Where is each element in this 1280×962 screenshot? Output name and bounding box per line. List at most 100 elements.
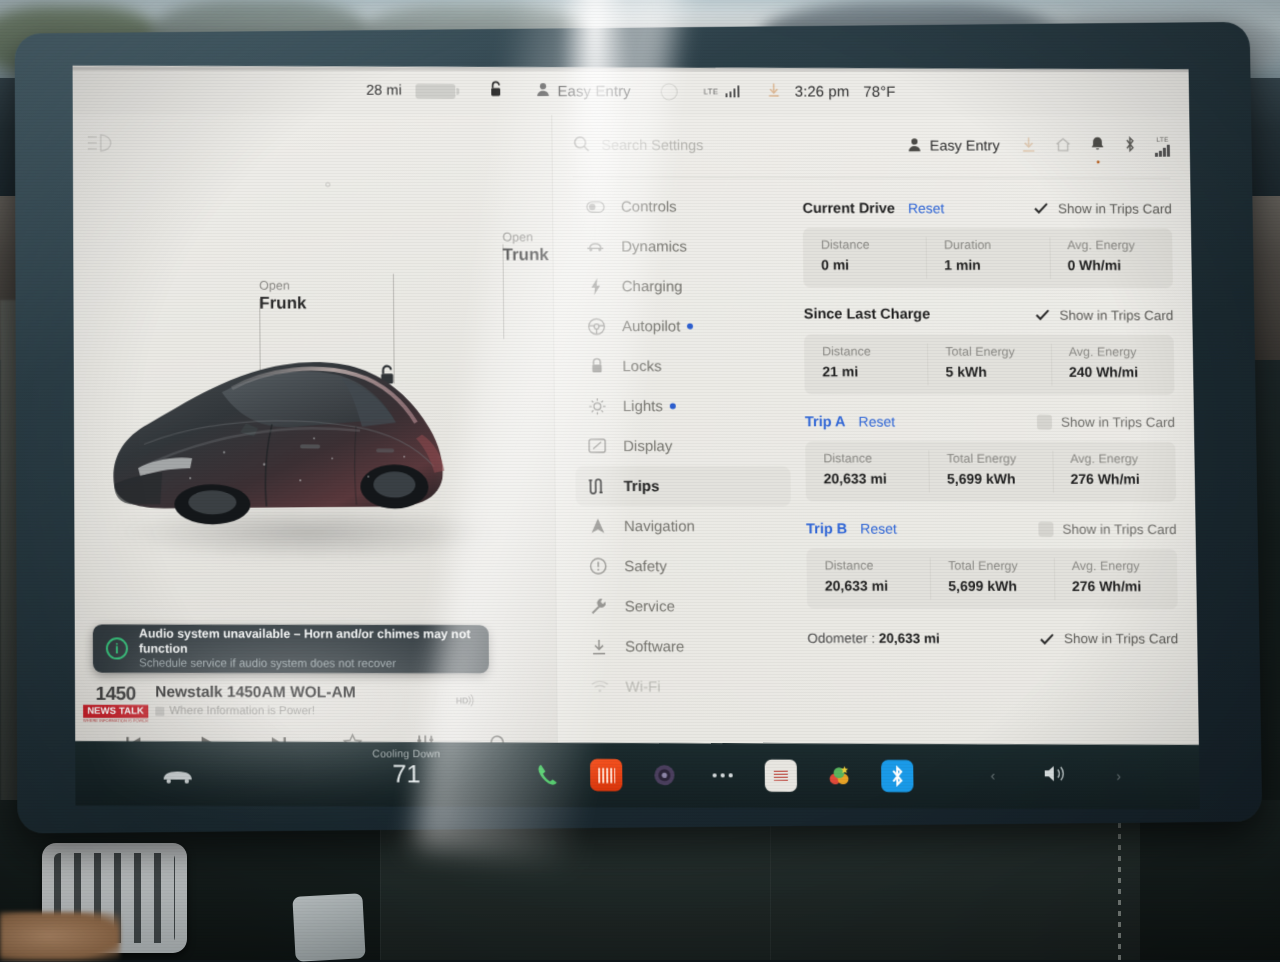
- sidebar-item-label: Software: [625, 638, 685, 655]
- show-in-trips-card-current-drive[interactable]: Show in Trips Card: [1034, 201, 1172, 216]
- trip-card-current-drive: Distance0 mi Duration1 min Avg. Energy0 …: [803, 228, 1173, 288]
- download-icon: [589, 638, 609, 655]
- download-icon: [768, 82, 781, 101]
- stat-key: Distance: [822, 343, 927, 359]
- app-launcher: [532, 753, 954, 799]
- settings-nav-list: Controls Dynamics Charging: [573, 187, 793, 707]
- frunk-hotspot[interactable]: Open Frunk: [259, 279, 306, 314]
- stat-value: 5,699 kWh: [947, 469, 1053, 489]
- trip-card-since-last-charge: Distance21 mi Total Energy5 kWh Avg. Ene…: [804, 334, 1175, 395]
- toybox-app-icon[interactable]: [823, 760, 855, 792]
- stat-cell: Distance0 mi: [803, 228, 927, 288]
- section-title[interactable]: Trip A: [805, 414, 846, 430]
- search-input[interactable]: [601, 138, 831, 154]
- volume-down-button[interactable]: ‹: [991, 767, 996, 783]
- media-player[interactable]: 1450 NEWS TALK WHERE INFORMATION IS POWE…: [75, 679, 557, 747]
- bluetooth-icon[interactable]: [1124, 136, 1136, 158]
- reset-trip-b-button[interactable]: Reset: [860, 520, 897, 536]
- sidebar-item-label: Safety: [624, 558, 667, 575]
- stat-value: 5 kWh: [946, 362, 1052, 382]
- lte-signal-icon: LTE: [703, 85, 740, 97]
- sidebar-item-label: Display: [623, 437, 672, 454]
- media-app-icon[interactable]: [590, 759, 622, 791]
- sidebar-item-service[interactable]: Service: [576, 586, 792, 627]
- tesla-model-y-render[interactable]: [104, 318, 505, 549]
- stat-value: 21 mi: [822, 361, 928, 381]
- settings-profile-chip[interactable]: Easy Entry: [908, 137, 1000, 156]
- wrench-icon: [589, 597, 609, 615]
- vehicle-visualization[interactable]: Open Frunk Open Trunk: [73, 114, 556, 584]
- checkbox-label: Show in Trips Card: [1058, 201, 1172, 216]
- sidebar-item-autopilot[interactable]: Autopilot: [574, 306, 789, 346]
- station-logo-sub: WHERE INFORMATION IS POWER: [83, 717, 148, 722]
- bluetooth-app-icon[interactable]: [881, 760, 914, 792]
- station-logo-tag: NEWS TALK: [83, 704, 148, 717]
- stat-key: Distance: [825, 557, 931, 573]
- phone-app-icon[interactable]: [532, 759, 564, 791]
- sidebar-item-label: Wi-Fi: [625, 678, 660, 695]
- search-settings-wrap[interactable]: [572, 134, 908, 157]
- signal-bars-icon: [725, 85, 740, 97]
- sidebar-item-label: Locks: [622, 358, 661, 375]
- volume-up-button[interactable]: ›: [1116, 768, 1121, 784]
- show-in-trips-card-since-last-charge[interactable]: Show in Trips Card: [1035, 307, 1173, 322]
- checkbox-label: Show in Trips Card: [1061, 414, 1175, 429]
- reset-trip-a-button[interactable]: Reset: [858, 413, 895, 429]
- lte-signal-icon[interactable]: LTE: [1155, 137, 1170, 157]
- volume-control[interactable]: ‹ ›: [990, 758, 1121, 793]
- tesla-touchscreen[interactable]: 28 mi Easy Entry LTE 3:26 pm 78°F: [73, 65, 1199, 748]
- odometer-value: 20,633 mi: [879, 631, 940, 646]
- camera-app-icon[interactable]: [648, 759, 680, 791]
- signal-bars-icon: [1155, 145, 1170, 157]
- reset-current-drive-button[interactable]: Reset: [908, 200, 945, 216]
- sidebar-item-dynamics[interactable]: Dynamics: [573, 226, 788, 266]
- notification-subtitle: Schedule service if audio system does no…: [139, 657, 476, 672]
- sidebar-item-navigation[interactable]: Navigation: [576, 506, 792, 546]
- svg-text:HD: HD: [456, 696, 469, 706]
- section-title[interactable]: Trip B: [806, 521, 847, 537]
- trunk-hotspot[interactable]: Open Trunk: [502, 230, 549, 265]
- driver-foot: [0, 912, 120, 960]
- more-apps-icon[interactable]: [706, 759, 738, 791]
- home-icon[interactable]: [1055, 136, 1071, 157]
- status-bar: 28 mi Easy Entry LTE 3:26 pm 78°F: [73, 66, 1190, 116]
- sidebar-item-wifi[interactable]: Wi-Fi: [577, 666, 793, 707]
- section-title: Current Drive: [802, 200, 895, 216]
- car-icon[interactable]: [158, 767, 198, 790]
- now-playing-title: Newstalk 1450AM WOL-AM: [155, 684, 355, 702]
- light-icon: [587, 396, 607, 415]
- stat-cell: Total Energy5 kWh: [927, 335, 1051, 395]
- download-icon[interactable]: [1022, 136, 1037, 157]
- sidebar-item-charging[interactable]: Charging: [574, 266, 789, 306]
- sidebar-item-software[interactable]: Software: [577, 626, 793, 667]
- sidebar-item-lights[interactable]: Lights: [575, 386, 790, 426]
- show-in-trips-card-odometer[interactable]: Show in Trips Card: [1040, 631, 1179, 646]
- unlocked-padlock-icon[interactable]: [488, 80, 505, 103]
- sidebar-item-trips[interactable]: Trips: [575, 466, 791, 506]
- checkbox-label: Show in Trips Card: [1062, 521, 1176, 536]
- taskbar: Cooling Down 71: [75, 741, 1200, 809]
- show-in-trips-card-trip-a[interactable]: Show in Trips Card: [1037, 414, 1175, 429]
- battery-icon: [416, 83, 456, 98]
- show-in-trips-card-trip-b[interactable]: Show in Trips Card: [1038, 521, 1176, 536]
- range-readout: 28 mi: [366, 83, 402, 99]
- trunk-target-label: Trunk: [502, 245, 548, 265]
- navigation-arrow-icon: [588, 517, 608, 535]
- display-icon: [587, 438, 607, 454]
- cards-app-icon[interactable]: [765, 760, 797, 792]
- sidebar-item-display[interactable]: Display: [575, 426, 790, 466]
- volume-icon[interactable]: [1042, 762, 1070, 789]
- sidebar-item-controls[interactable]: Controls: [573, 187, 788, 227]
- settings-pane: Easy Entry LTE: [552, 115, 1199, 748]
- wifi-icon: [589, 680, 609, 694]
- climate-control[interactable]: Cooling Down 71: [326, 748, 487, 789]
- checkbox-label: Show in Trips Card: [1059, 307, 1173, 322]
- station-thumb-icon: [155, 706, 164, 715]
- notification-toast[interactable]: i Audio system unavailable – Horn and/or…: [93, 624, 489, 673]
- sidebar-item-safety[interactable]: Safety: [576, 546, 792, 586]
- checkbox-checked-icon: [1035, 307, 1050, 322]
- sidebar-item-locks[interactable]: Locks: [574, 346, 789, 386]
- status-profile[interactable]: Easy Entry: [536, 82, 630, 101]
- frunk-action-label: Open: [259, 279, 306, 294]
- bell-icon[interactable]: [1090, 136, 1105, 158]
